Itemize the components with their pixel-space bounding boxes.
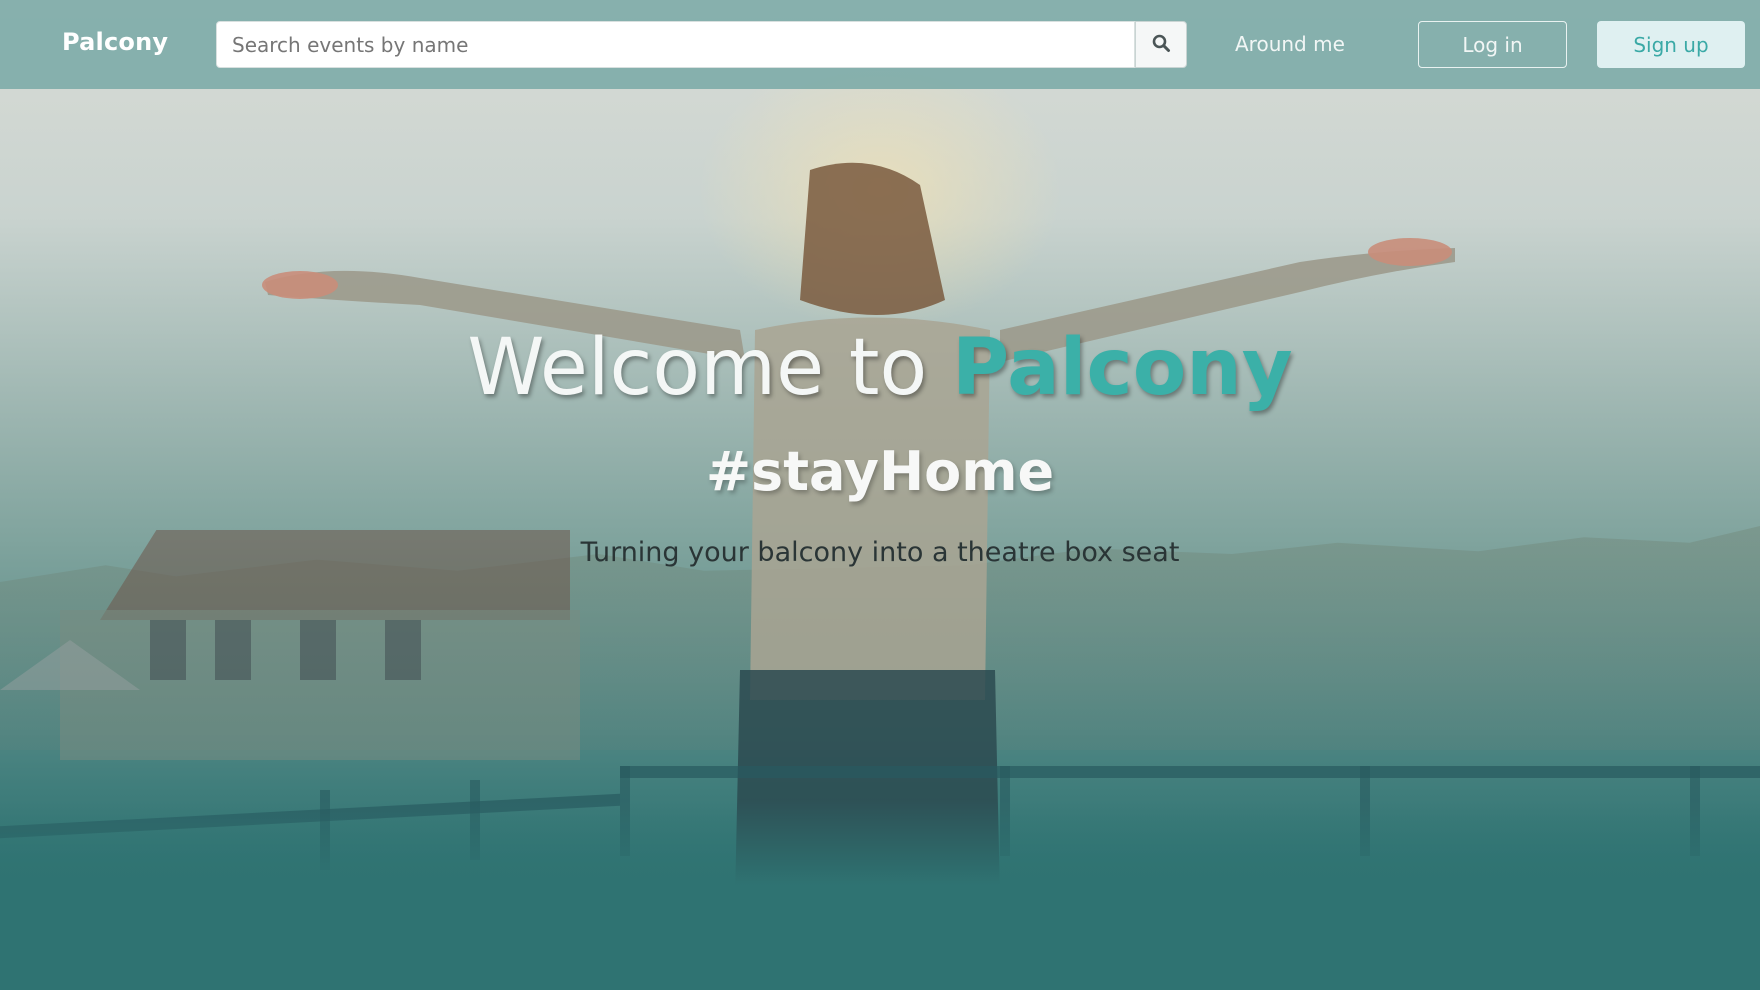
login-button[interactable]: Log in <box>1418 21 1567 68</box>
brand-logo[interactable]: Palcony <box>62 28 168 56</box>
search-icon <box>1151 33 1171 57</box>
around-me-link[interactable]: Around me <box>1235 32 1345 56</box>
search-button[interactable] <box>1135 21 1187 68</box>
hero-title: Welcome to Palcony <box>0 318 1760 418</box>
signup-button[interactable]: Sign up <box>1597 21 1745 68</box>
page: Palcony Around me Log in Sign up Welcome… <box>0 0 1760 990</box>
hero-title-brand: Palcony <box>952 323 1293 413</box>
search-bar <box>216 21 1187 68</box>
hero-title-prefix: Welcome to <box>467 323 953 413</box>
search-input[interactable] <box>216 21 1135 68</box>
hero-hashtag: #stayHome <box>705 440 1055 503</box>
bottom-gradient-overlay <box>0 800 1760 990</box>
hero-subtitle: Turning your balcony into a theatre box … <box>580 537 1180 568</box>
top-navbar: Palcony Around me Log in Sign up <box>0 0 1760 89</box>
